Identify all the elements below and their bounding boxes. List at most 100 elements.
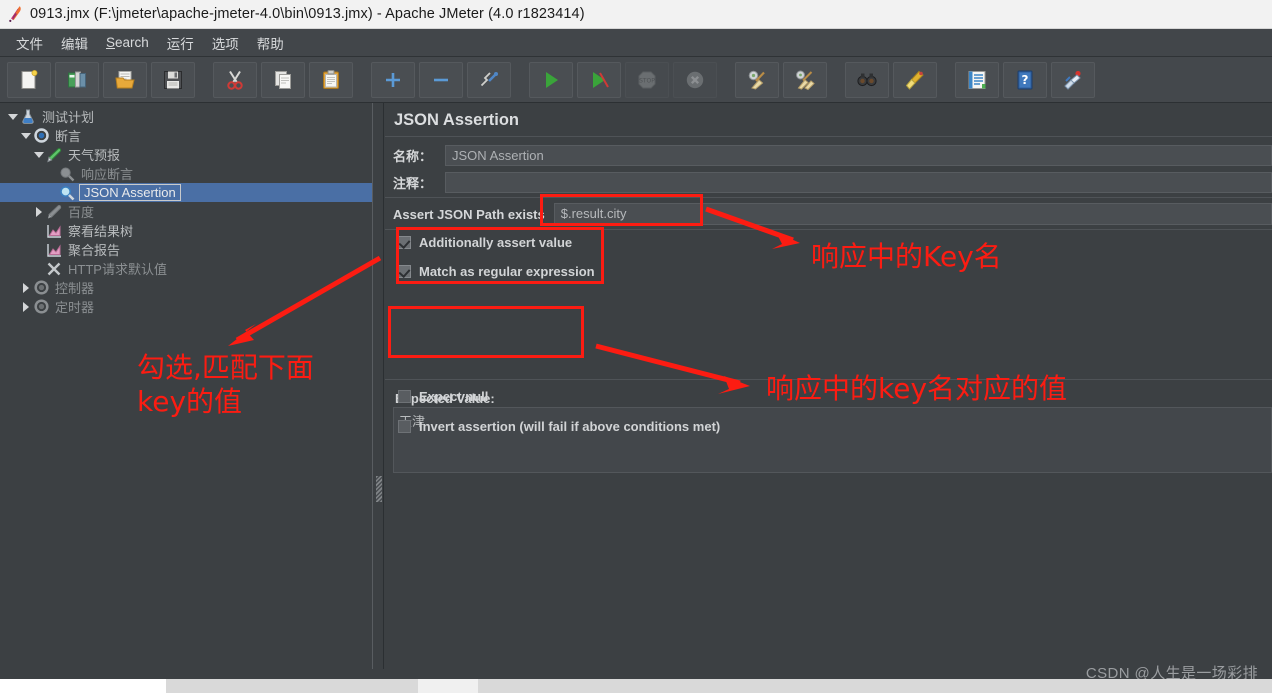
tree-node-thread-group[interactable]: 断言 bbox=[0, 126, 372, 145]
assertion-icon bbox=[58, 184, 76, 202]
templates-icon[interactable] bbox=[55, 61, 99, 98]
toolbar-separator bbox=[199, 62, 213, 98]
name-row: 名称： JSON Assertion bbox=[393, 144, 1272, 167]
shutdown-icon[interactable] bbox=[673, 61, 717, 98]
menu-file[interactable]: 文件 bbox=[7, 31, 52, 55]
new-icon[interactable] bbox=[7, 61, 51, 98]
collapse-all-icon[interactable] bbox=[419, 61, 463, 98]
window-titlebar: 0913.jmx (F:\jmeter\apache-jmeter-4.0\bi… bbox=[0, 0, 1272, 29]
checkbox-box[interactable] bbox=[398, 265, 411, 278]
tree-node-baidu[interactable]: 百度 bbox=[0, 202, 372, 221]
name-input[interactable]: JSON Assertion bbox=[445, 145, 1272, 166]
tree-label: 天气预报 bbox=[68, 148, 121, 163]
tree-node-weather-request[interactable]: 天气预报 bbox=[0, 145, 372, 164]
name-label: 名称： bbox=[393, 149, 433, 164]
tree-node-controller[interactable]: 控制器 bbox=[0, 278, 372, 297]
toolbar-separator-3 bbox=[515, 62, 529, 98]
start-no-pauses-icon[interactable] bbox=[577, 61, 621, 98]
splitter-grip[interactable] bbox=[376, 476, 382, 502]
twisty-down-icon[interactable] bbox=[32, 151, 45, 158]
match-as-regex-checkbox[interactable]: Match as regular expression bbox=[398, 264, 595, 279]
twisty-right-icon[interactable] bbox=[19, 301, 32, 312]
clear-icon[interactable] bbox=[735, 61, 779, 98]
http-defaults-icon bbox=[45, 260, 63, 278]
panel-splitter[interactable] bbox=[372, 103, 384, 669]
toolbar-separator-2 bbox=[357, 62, 371, 98]
function-helper-icon[interactable] bbox=[955, 61, 999, 98]
json-path-label: Assert JSON Path exists bbox=[393, 206, 545, 222]
menu-run[interactable]: 运行 bbox=[158, 31, 203, 55]
help-icon[interactable]: ? bbox=[1003, 61, 1047, 98]
checkbox-label: Additionally assert value bbox=[419, 235, 573, 250]
tree-label: 测试计划 bbox=[42, 110, 95, 125]
toggle-icon[interactable] bbox=[467, 61, 511, 98]
menu-options[interactable]: 选项 bbox=[203, 31, 248, 55]
additionally-assert-value-checkbox[interactable]: Additionally assert value bbox=[398, 235, 572, 250]
comment-label: 注释： bbox=[393, 176, 433, 191]
svg-text:STOP: STOP bbox=[639, 77, 655, 84]
menu-edit[interactable]: 编辑 bbox=[52, 31, 97, 55]
twisty-right-icon[interactable] bbox=[19, 282, 32, 293]
stop-icon[interactable]: STOP bbox=[625, 61, 669, 98]
tree-node-json-assertion[interactable]: JSON Assertion bbox=[0, 183, 372, 202]
tree-node-response-assertion[interactable]: 响应断言 bbox=[0, 164, 372, 183]
twisty-right-icon[interactable] bbox=[32, 206, 45, 217]
tree-label: 控制器 bbox=[55, 281, 95, 296]
tree-label: JSON Assertion bbox=[79, 184, 181, 201]
expected-value-textarea[interactable]: 天津 bbox=[393, 407, 1272, 473]
expand-all-icon[interactable] bbox=[371, 61, 415, 98]
http-request-dim-icon bbox=[45, 203, 63, 221]
tree-node-http-defaults[interactable]: HTTP请求默认值 bbox=[0, 259, 372, 278]
divider bbox=[385, 136, 1272, 137]
search-icon[interactable] bbox=[845, 61, 889, 98]
tree-node-timer[interactable]: 定时器 bbox=[0, 297, 372, 316]
clear-all-icon[interactable] bbox=[783, 61, 827, 98]
start-icon[interactable] bbox=[529, 61, 573, 98]
json-path-row: Assert JSON Path exists $.result.city bbox=[393, 201, 1272, 227]
checkbox-box[interactable] bbox=[398, 390, 411, 403]
tree-node-aggregate-report[interactable]: 聚合报告 bbox=[0, 240, 372, 259]
expect-null-checkbox[interactable]: Expect null bbox=[398, 389, 488, 404]
paste-icon[interactable] bbox=[309, 61, 353, 98]
assertion-dim-icon bbox=[58, 165, 76, 183]
tree-node-test-plan[interactable]: 测试计划 bbox=[0, 107, 372, 126]
taskbar-segment-3 bbox=[418, 679, 478, 693]
taskbar-segment-4 bbox=[478, 679, 1272, 693]
main-toolbar: STOP ? bbox=[0, 57, 1272, 103]
reset-search-icon[interactable] bbox=[893, 61, 937, 98]
page-title: JSON Assertion bbox=[394, 111, 520, 129]
divider-4 bbox=[385, 379, 1272, 380]
jmeter-feather-icon bbox=[0, 0, 30, 29]
taskbar-segment-2 bbox=[166, 679, 418, 693]
taskbar-segment-1 bbox=[0, 679, 166, 693]
http-request-icon bbox=[45, 146, 63, 164]
window-title: 0913.jmx (F:\jmeter\apache-jmeter-4.0\bi… bbox=[30, 6, 585, 22]
thread-group-icon bbox=[32, 127, 50, 145]
json-assertion-editor: JSON Assertion 名称： JSON Assertion 注释： As… bbox=[385, 103, 1272, 669]
json-path-input[interactable]: $.result.city bbox=[553, 203, 1272, 225]
save-icon[interactable] bbox=[151, 61, 195, 98]
checkbox-box[interactable] bbox=[398, 236, 411, 249]
comment-input[interactable] bbox=[445, 172, 1272, 193]
tree-label: HTTP请求默认值 bbox=[68, 262, 167, 277]
cut-icon[interactable] bbox=[213, 61, 257, 98]
menu-help[interactable]: 帮助 bbox=[248, 31, 293, 55]
test-plan-tree[interactable]: 测试计划 断言 天气预报 响应断言 JSON Assertion 百度 察看结果… bbox=[0, 103, 372, 669]
open-icon[interactable] bbox=[103, 61, 147, 98]
twisty-down-icon[interactable] bbox=[19, 132, 32, 139]
aggregate-report-icon bbox=[45, 241, 63, 259]
toolbar-separator-6 bbox=[941, 62, 955, 98]
os-taskbar bbox=[0, 679, 1272, 693]
menubar: 文件 编辑 Search 运行 选项 帮助 bbox=[0, 29, 1272, 57]
jmeter-window: 0913.jmx (F:\jmeter\apache-jmeter-4.0\bi… bbox=[0, 0, 1272, 693]
twisty-down-icon[interactable] bbox=[6, 113, 19, 120]
undo-redo-icon[interactable] bbox=[1051, 61, 1095, 98]
svg-text:?: ? bbox=[1022, 73, 1029, 87]
copy-icon[interactable] bbox=[261, 61, 305, 98]
checkbox-box[interactable] bbox=[398, 420, 411, 433]
menu-search[interactable]: Search bbox=[97, 33, 158, 52]
test-plan-icon bbox=[19, 108, 37, 126]
tree-node-view-results-tree[interactable]: 察看结果树 bbox=[0, 221, 372, 240]
invert-assertion-checkbox[interactable]: Invert assertion (will fail if above con… bbox=[398, 419, 720, 434]
controller-icon bbox=[32, 279, 50, 297]
